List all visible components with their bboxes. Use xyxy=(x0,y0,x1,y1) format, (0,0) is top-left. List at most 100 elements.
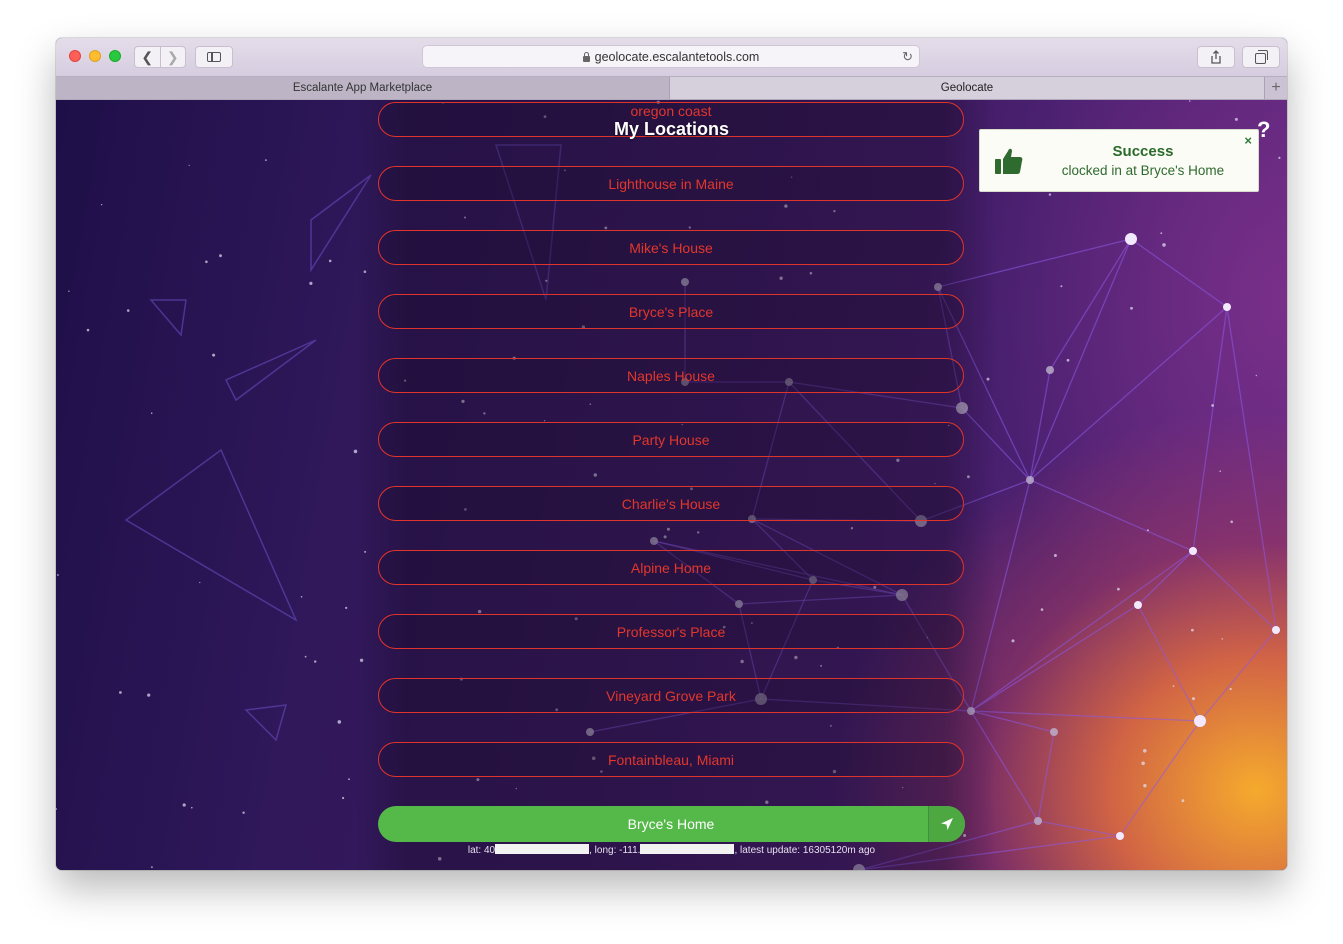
constellation-node xyxy=(1034,817,1042,825)
star xyxy=(219,254,222,258)
constellation-line xyxy=(1137,550,1194,606)
decorative-triangle xyxy=(224,339,317,402)
forward-button[interactable]: ❯ xyxy=(159,47,186,67)
star xyxy=(1040,608,1044,611)
location-label: Naples House xyxy=(627,367,715,384)
star xyxy=(1221,638,1223,640)
star xyxy=(345,606,348,609)
constellation-line xyxy=(1029,479,1194,552)
new-tab-button[interactable]: + xyxy=(1264,77,1287,99)
location-item[interactable]: Naples House xyxy=(378,358,964,393)
share-button[interactable] xyxy=(1197,46,1235,68)
star xyxy=(1143,784,1147,788)
constellation-node xyxy=(1194,715,1206,727)
star xyxy=(1011,639,1015,643)
constellation-line xyxy=(1029,306,1228,481)
constellation-line xyxy=(1137,604,1201,722)
star xyxy=(265,159,267,161)
location-label: Professor's Place xyxy=(616,623,726,640)
location-item[interactable]: Charlie's House xyxy=(378,486,964,521)
decorative-triangle xyxy=(244,704,288,742)
chevron-right-icon: ❯ xyxy=(166,48,179,65)
back-button[interactable]: ❮ xyxy=(135,47,160,67)
latitude-prefix: lat: 40 xyxy=(467,845,496,856)
constellation-node xyxy=(1046,366,1054,374)
location-label: Bryce's Place xyxy=(628,303,714,320)
star xyxy=(56,808,57,810)
location-label: Fontainbleau, Miami xyxy=(607,751,735,768)
location-item[interactable]: Fontainbleau, Miami xyxy=(378,742,964,777)
star xyxy=(1048,193,1052,196)
location-arrow-icon xyxy=(941,818,953,830)
constellation-node xyxy=(1272,626,1280,634)
longitude-prefix: , long: -111. xyxy=(589,845,641,856)
sidebar-toggle-button[interactable] xyxy=(195,46,233,68)
help-button[interactable]: ? xyxy=(1257,117,1270,143)
browser-toolbar: ❮ ❯ geolocate.escalantetools.com ↻ xyxy=(56,38,1287,76)
location-label: Vineyard Grove Park xyxy=(606,687,736,704)
star xyxy=(348,778,350,781)
location-item[interactable]: Professor's Place xyxy=(378,614,964,649)
toast-close-button[interactable]: × xyxy=(1244,133,1252,148)
star xyxy=(342,796,345,800)
decorative-triangle xyxy=(149,299,187,337)
star xyxy=(1219,470,1221,473)
sidebar-icon xyxy=(207,52,221,62)
minimize-window-button[interactable] xyxy=(89,50,101,62)
lock-icon xyxy=(582,51,590,62)
constellation-node xyxy=(1125,233,1137,245)
constellation-node xyxy=(1050,728,1058,736)
constellation-line xyxy=(970,604,1139,712)
toast-message: clocked in at Bryce's Home xyxy=(1061,163,1225,178)
star xyxy=(309,281,313,285)
constellation-node xyxy=(1134,601,1142,609)
star xyxy=(1060,285,1063,288)
latest-update-text: , latest update: 16305120m ago xyxy=(734,845,876,856)
star xyxy=(1146,529,1149,532)
current-location-button[interactable]: Bryce's Home xyxy=(378,806,965,842)
star xyxy=(182,803,186,807)
tab-geolocate[interactable]: Geolocate xyxy=(670,77,1264,99)
star xyxy=(119,691,122,694)
show-tabs-button[interactable] xyxy=(1242,46,1280,68)
star xyxy=(1162,243,1166,247)
star xyxy=(1117,587,1120,591)
location-label: Charlie's House xyxy=(621,495,721,512)
coordinates-readout: lat: 40 , long: -111. , latest update: 163… xyxy=(56,844,1287,856)
star xyxy=(337,720,342,724)
star xyxy=(1188,100,1191,102)
star xyxy=(86,328,90,332)
star xyxy=(1230,520,1233,524)
share-icon xyxy=(1211,50,1221,64)
star xyxy=(68,290,70,292)
current-location-label: Bryce's Home xyxy=(627,816,715,832)
reload-icon[interactable]: ↻ xyxy=(902,49,913,65)
zoom-window-button[interactable] xyxy=(109,50,121,62)
location-item[interactable]: Mike's House xyxy=(378,230,964,265)
star xyxy=(205,260,208,264)
star xyxy=(1143,749,1147,753)
address-bar[interactable]: geolocate.escalantetools.com ↻ xyxy=(422,45,920,68)
star xyxy=(126,309,130,312)
location-item[interactable]: Alpine Home xyxy=(378,550,964,585)
constellation-line xyxy=(1199,629,1277,722)
star xyxy=(314,660,317,663)
star xyxy=(1278,156,1281,159)
location-item[interactable]: Bryce's Place xyxy=(378,294,964,329)
tab-escalante-marketplace[interactable]: Escalante App Marketplace xyxy=(56,77,670,99)
constellation-line xyxy=(1192,306,1228,552)
location-item[interactable]: Party House xyxy=(378,422,964,457)
tabs-overview-icon xyxy=(1254,49,1268,64)
star xyxy=(1191,628,1194,632)
star xyxy=(191,806,193,809)
browser-window: ❮ ❯ geolocate.escalantetools.com ↻ Escal… xyxy=(56,38,1287,870)
star xyxy=(188,164,190,166)
navigate-button[interactable] xyxy=(928,806,965,842)
location-item[interactable]: Lighthouse in Maine xyxy=(378,166,964,201)
location-item[interactable]: Vineyard Grove Park xyxy=(378,678,964,713)
star xyxy=(300,596,303,598)
star xyxy=(1211,404,1214,407)
tab-bar: Escalante App Marketplace Geolocate + xyxy=(56,76,1287,100)
close-window-button[interactable] xyxy=(69,50,81,62)
star xyxy=(1255,374,1258,377)
